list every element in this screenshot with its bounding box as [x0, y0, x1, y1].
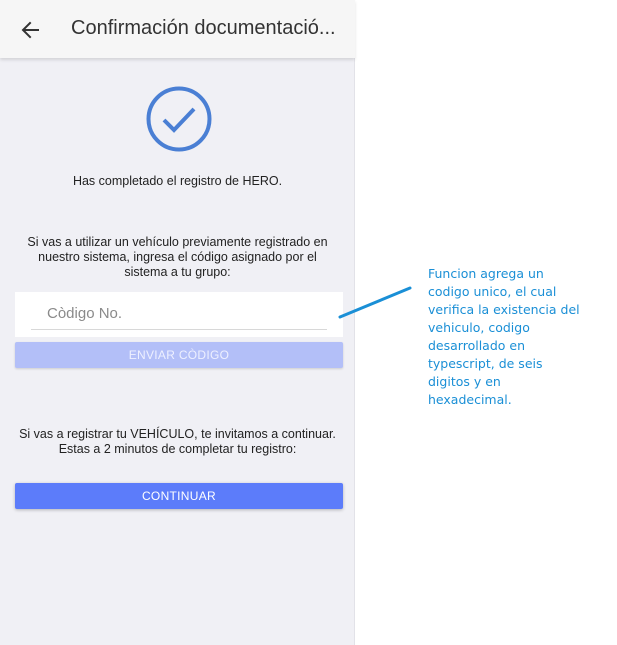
continue-button[interactable]: CONTINUAR [15, 483, 343, 509]
code-input[interactable] [31, 298, 327, 330]
annotation-line: hexadecimal. [428, 392, 512, 407]
page-title: Confirmación documentació... [71, 17, 336, 39]
annotation-line: digitos y en [428, 374, 501, 389]
check-circle-icon [145, 85, 213, 153]
arrow-left-icon[interactable] [18, 17, 44, 43]
continue-instructions: Si vas a registrar tu VEHÍCULO, te invit… [10, 427, 345, 457]
send-code-button[interactable]: ENVIAR CÒDIGO [15, 342, 343, 368]
annotation-line: codigo unico, el cual [428, 284, 557, 299]
annotation-line: typescript, de seis [428, 356, 543, 371]
code-input-card [15, 292, 343, 337]
code-instructions-line: nuestro sistema, ingresa el código asign… [38, 250, 317, 264]
app-bar: Confirmación documentació... [0, 0, 355, 58]
code-instructions: Si vas a utilizar un vehículo previament… [10, 235, 345, 280]
annotation-pointer-line [338, 286, 412, 319]
mobile-screen: Confirmación documentació... Has complet… [0, 0, 355, 645]
code-instructions-line: sistema a tu grupo: [124, 265, 231, 279]
continue-instructions-line: Si vas a registrar tu VEHÍCULO, te invit… [19, 427, 336, 441]
annotation-line: desarrollado en [428, 338, 526, 353]
continue-instructions-line: Estas a 2 minutos de completar tu regist… [58, 442, 297, 456]
annotation-line: verifica la existencia del [428, 302, 580, 317]
completion-message: Has completado el registro de HERO. [72, 174, 283, 188]
annotation-line: vehiculo, codigo [428, 320, 530, 335]
annotation-line: Funcion agrega un [428, 266, 544, 281]
code-instructions-line: Si vas a utilizar un vehículo previament… [27, 235, 328, 249]
annotation-note: Funcion agrega un codigo unico, el cual … [428, 265, 593, 409]
